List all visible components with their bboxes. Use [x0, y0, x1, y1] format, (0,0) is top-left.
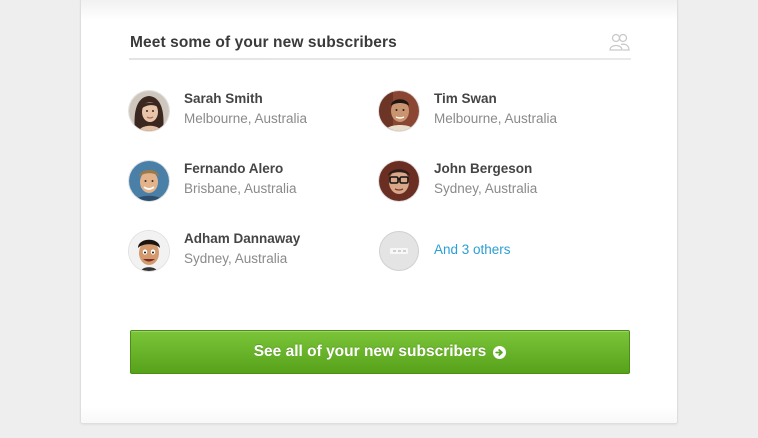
subscriber-name: Fernando Alero	[184, 161, 284, 176]
subscriber-location: Sydney, Australia	[184, 251, 288, 266]
section-title: Meet some of your new subscribers	[130, 34, 397, 51]
subscriber-name: Sarah Smith	[184, 91, 263, 106]
subscriber-item[interactable]: John Bergeson Sydney, Australia	[379, 161, 619, 203]
others-item[interactable]: And 3 others	[379, 231, 619, 273]
others-link[interactable]: And 3 others	[434, 242, 511, 257]
avatar-john	[379, 161, 419, 201]
people-icon	[609, 33, 630, 51]
avatar-fernando	[129, 161, 169, 201]
subscriber-name: Tim Swan	[434, 91, 497, 106]
subscriber-name: John Bergeson	[434, 161, 533, 176]
arrow-right-circle-icon	[493, 345, 507, 359]
card-bottom-shade	[81, 407, 677, 423]
see-all-subscribers-label: See all of your new subscribers	[253, 343, 487, 360]
title-divider	[129, 58, 631, 60]
subscriber-location: Sydney, Australia	[434, 181, 538, 196]
avatar-sarah	[129, 91, 169, 131]
subscriber-item[interactable]: Fernando Alero Brisbane, Australia	[129, 161, 369, 203]
subscriber-item[interactable]: Sarah Smith Melbourne, Australia	[129, 91, 369, 133]
subscriber-name: Adham Dannaway	[184, 231, 301, 246]
card-top-shade	[81, 0, 677, 20]
avatar-adham	[129, 231, 169, 271]
subscriber-item[interactable]: Tim Swan Melbourne, Australia	[379, 91, 619, 133]
subscriber-item[interactable]: Adham Dannaway Sydney, Australia	[129, 231, 369, 273]
subscriber-location: Melbourne, Australia	[184, 111, 308, 126]
subscribers-card: Meet some of your new subscribers Sarah …	[80, 0, 678, 424]
subscriber-location: Brisbane, Australia	[184, 181, 297, 196]
see-all-subscribers-button[interactable]: See all of your new subscribers	[130, 330, 630, 374]
avatar-tim	[379, 91, 419, 131]
subscriber-location: Melbourne, Australia	[434, 111, 558, 126]
more-avatar-icon	[379, 231, 419, 271]
